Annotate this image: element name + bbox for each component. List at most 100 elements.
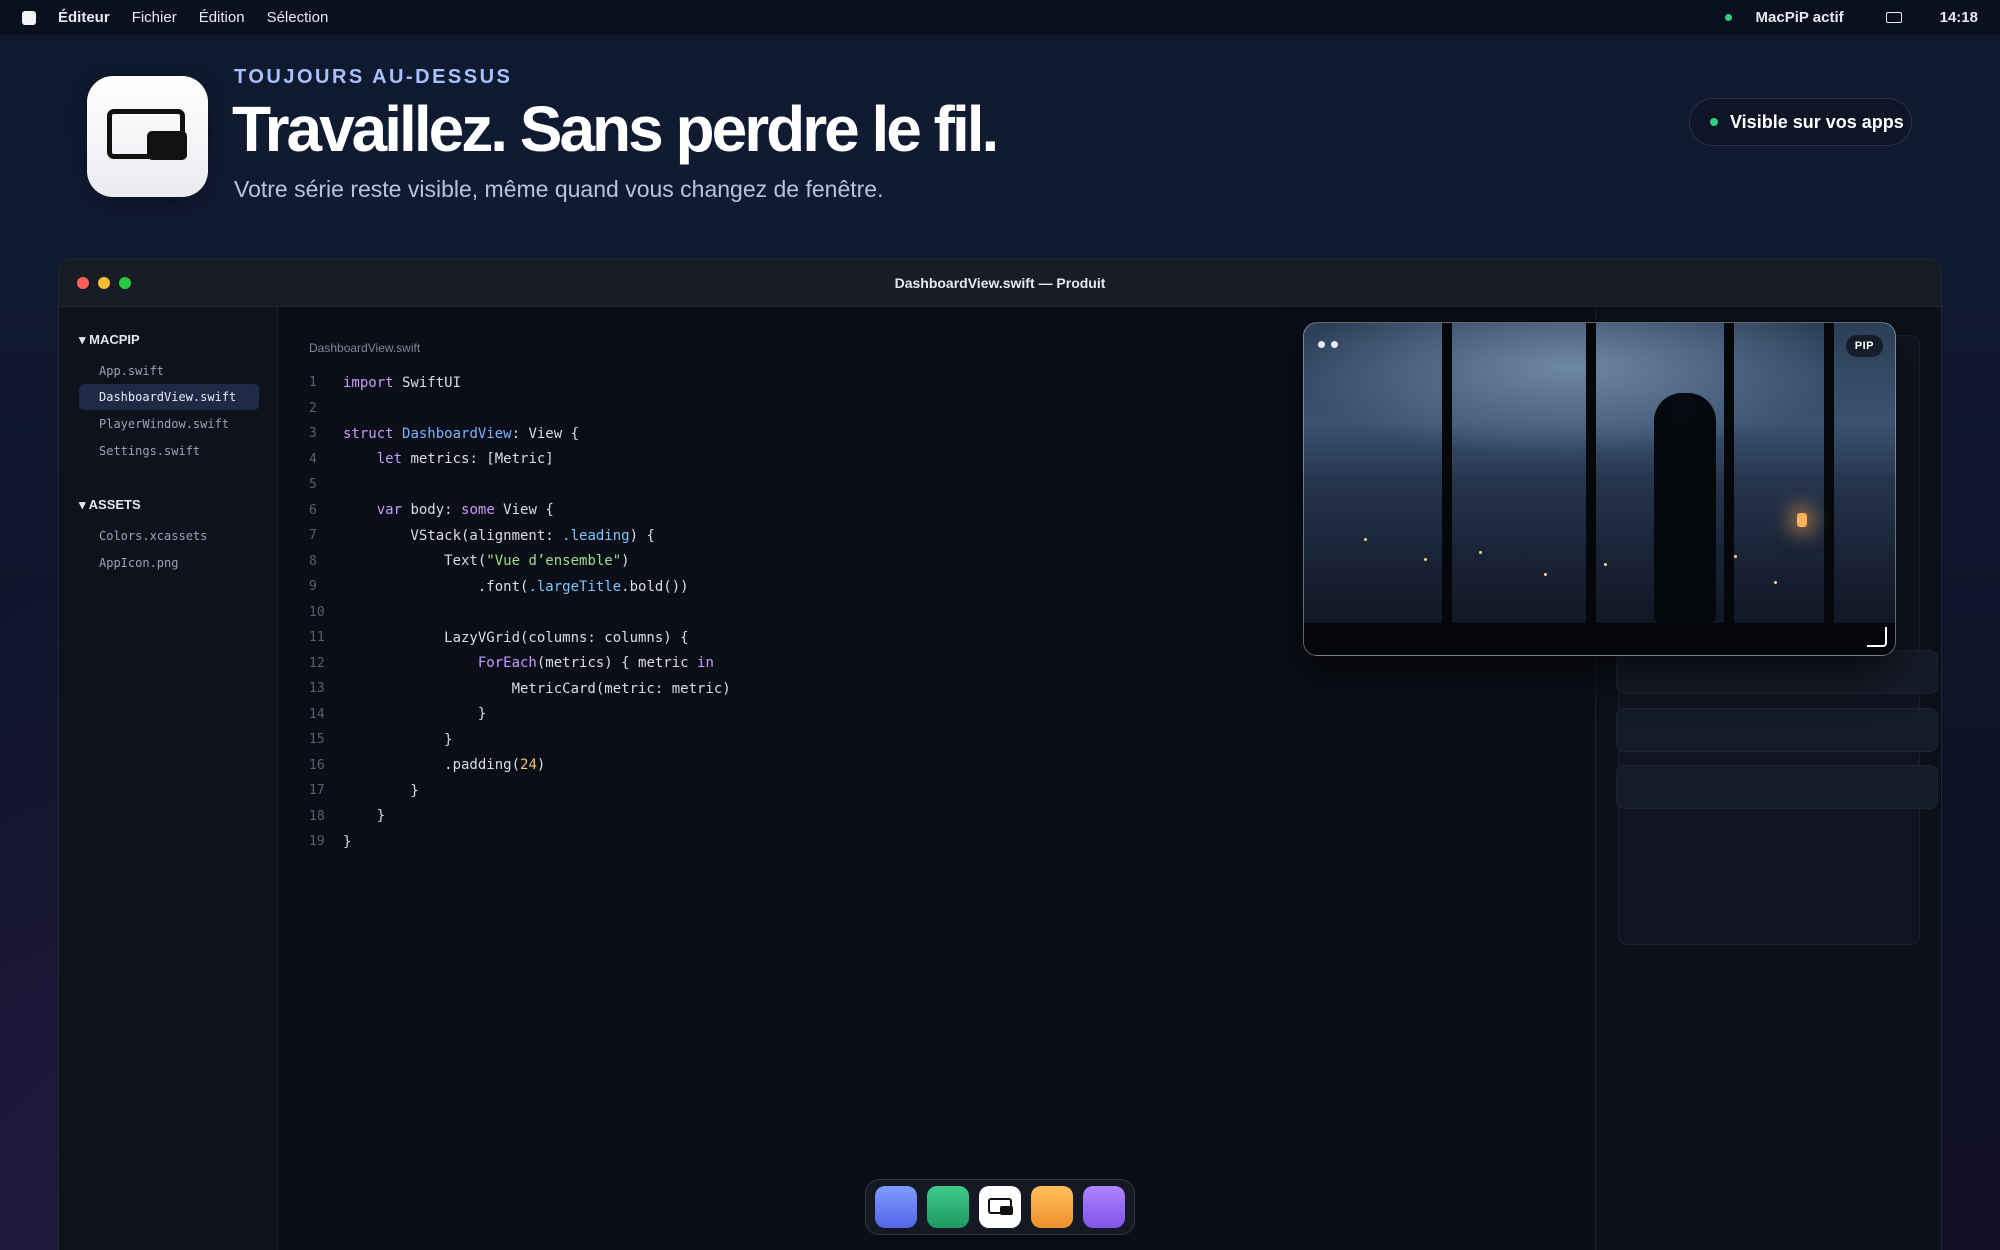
dock bbox=[865, 1179, 1135, 1235]
window-titlebar[interactable]: DashboardView.swift — Produit bbox=[59, 259, 1941, 307]
city-light bbox=[1774, 581, 1777, 584]
token: } bbox=[343, 833, 352, 850]
menu-fichier[interactable]: Fichier bbox=[132, 9, 177, 26]
sidebar-item-app-swift[interactable]: App.swift bbox=[79, 358, 259, 384]
code-line: 4 let metrics: [Metric] bbox=[309, 447, 731, 473]
sidebar-item-colors-xcassets[interactable]: Colors.xcassets bbox=[79, 523, 259, 549]
badge-label: Visible sur vos apps bbox=[1730, 111, 1904, 132]
token: .bold()) bbox=[621, 578, 689, 595]
line-number: 1 bbox=[309, 375, 317, 391]
inspector-row[interactable] bbox=[1616, 650, 1938, 694]
city-light bbox=[1424, 558, 1427, 561]
menu-clock[interactable]: 14:18 bbox=[1940, 9, 1978, 26]
line-number: 7 bbox=[309, 528, 317, 544]
menu-status[interactable]: MacPiP actif bbox=[1756, 9, 1844, 26]
token: .largeTitle bbox=[528, 578, 622, 595]
file-sidebar: ▾ MACPIP App.swift DashboardView.swift P… bbox=[59, 307, 278, 1250]
line-number: 17 bbox=[309, 783, 325, 799]
sidebar-item-dashboardview-swift[interactable]: DashboardView.swift bbox=[79, 384, 259, 410]
token: body: bbox=[402, 502, 462, 519]
purple-app-icon[interactable] bbox=[1083, 1186, 1125, 1228]
video-figure bbox=[1654, 393, 1716, 623]
blue-app-icon[interactable] bbox=[875, 1186, 917, 1228]
line-number: 2 bbox=[309, 400, 317, 416]
line-number: 10 bbox=[309, 604, 325, 620]
line-number: 3 bbox=[309, 426, 317, 442]
sidebar-item-appicon-png[interactable]: AppIcon.png bbox=[79, 550, 259, 576]
pip-expand-icon[interactable] bbox=[1331, 341, 1338, 348]
token: some bbox=[461, 502, 495, 519]
editor-breadcrumb[interactable]: DashboardView.swift bbox=[309, 341, 420, 355]
line-number: 18 bbox=[309, 808, 325, 824]
token: Text( bbox=[343, 553, 487, 570]
city-light bbox=[1544, 573, 1547, 576]
orange-app-icon[interactable] bbox=[1031, 1186, 1073, 1228]
window-title: DashboardView.swift — Produit bbox=[894, 274, 1106, 291]
sidebar-section-assets[interactable]: ▾ ASSETS bbox=[79, 497, 141, 513]
screen-icon[interactable] bbox=[1885, 12, 1902, 23]
menu-edition[interactable]: Édition bbox=[199, 9, 245, 26]
hero-headline: Travaillez. Sans perdre le fil. bbox=[232, 93, 999, 165]
inspector-row[interactable] bbox=[1616, 708, 1938, 752]
code-line: 17 } bbox=[309, 778, 731, 804]
line-number: 14 bbox=[309, 706, 325, 722]
status-dot-icon bbox=[1724, 14, 1732, 21]
pip-inner-frame-icon bbox=[147, 131, 187, 160]
token: var bbox=[376, 502, 403, 519]
menu-app-name[interactable]: Éditeur bbox=[58, 9, 110, 26]
token: VStack(alignment: bbox=[343, 527, 563, 544]
video-lamp bbox=[1797, 513, 1807, 527]
token: ) { bbox=[629, 527, 655, 544]
apple-menu-icon[interactable] bbox=[22, 10, 36, 25]
code-line: 19} bbox=[309, 829, 731, 855]
token: (metrics) { metric bbox=[536, 655, 698, 672]
window-mullion bbox=[1586, 323, 1596, 655]
pip-tag: PIP bbox=[1845, 335, 1883, 357]
city-light bbox=[1604, 563, 1607, 566]
token: ) bbox=[536, 757, 546, 774]
code-line: 14 } bbox=[309, 702, 731, 728]
visible-badge: Visible sur vos apps bbox=[1689, 98, 1912, 146]
token: : View { bbox=[511, 425, 580, 442]
code-line: 2 bbox=[309, 396, 731, 422]
code-line: 18 } bbox=[309, 804, 731, 830]
zoom-window-icon[interactable] bbox=[119, 277, 131, 289]
video-figure-head bbox=[1666, 393, 1696, 427]
line-number: 6 bbox=[309, 502, 317, 518]
token: SwiftUI bbox=[393, 374, 462, 391]
token: 24 bbox=[520, 757, 537, 774]
line-number: 15 bbox=[309, 732, 325, 748]
line-number: 8 bbox=[309, 553, 317, 569]
code-line: 7 VStack(alignment: .leading) { bbox=[309, 523, 731, 549]
menu-selection[interactable]: Sélection bbox=[267, 9, 329, 26]
code-line: 9 .font(.largeTitle .bold()) bbox=[309, 574, 731, 600]
line-number: 16 bbox=[309, 757, 325, 773]
code-line: 5 bbox=[309, 472, 731, 498]
line-number: 19 bbox=[309, 834, 325, 850]
token: LazyVGrid(columns: columns) { bbox=[343, 629, 689, 646]
sidebar-section-macpip[interactable]: ▾ MACPIP bbox=[79, 332, 140, 348]
sidebar-item-settings-swift[interactable]: Settings.swift bbox=[79, 438, 259, 464]
minimize-window-icon[interactable] bbox=[98, 277, 110, 289]
menu-bar: Éditeur Fichier Édition Sélection MacPiP… bbox=[0, 0, 2000, 35]
code-lines[interactable]: 1 import SwiftUI 2 3 struct DashboardView:… bbox=[309, 370, 731, 855]
code-line: 10 bbox=[309, 600, 731, 626]
pip-player[interactable]: PIP bbox=[1303, 322, 1896, 656]
green-app-icon[interactable] bbox=[927, 1186, 969, 1228]
sidebar-section-label: ASSETS bbox=[88, 497, 141, 512]
line-number: 5 bbox=[309, 477, 317, 493]
inspector-row[interactable] bbox=[1616, 765, 1938, 809]
token: MetricCard(metric: metric) bbox=[343, 680, 731, 697]
city-light bbox=[1479, 551, 1482, 554]
code-line: 16 .padding(24) bbox=[309, 753, 731, 779]
sidebar-item-playerwindow-swift[interactable]: PlayerWindow.swift bbox=[79, 411, 259, 437]
token: } bbox=[343, 706, 487, 723]
pip-window-controls[interactable] bbox=[1318, 341, 1338, 348]
token: "Vue d’ensemble" bbox=[486, 553, 622, 570]
close-window-icon[interactable] bbox=[77, 277, 89, 289]
sidebar-section-label: MACPIP bbox=[89, 332, 140, 347]
macpip-dock-icon[interactable] bbox=[979, 1186, 1021, 1228]
pip-resize-handle-icon[interactable] bbox=[1867, 627, 1887, 647]
pip-close-icon[interactable] bbox=[1318, 341, 1325, 348]
